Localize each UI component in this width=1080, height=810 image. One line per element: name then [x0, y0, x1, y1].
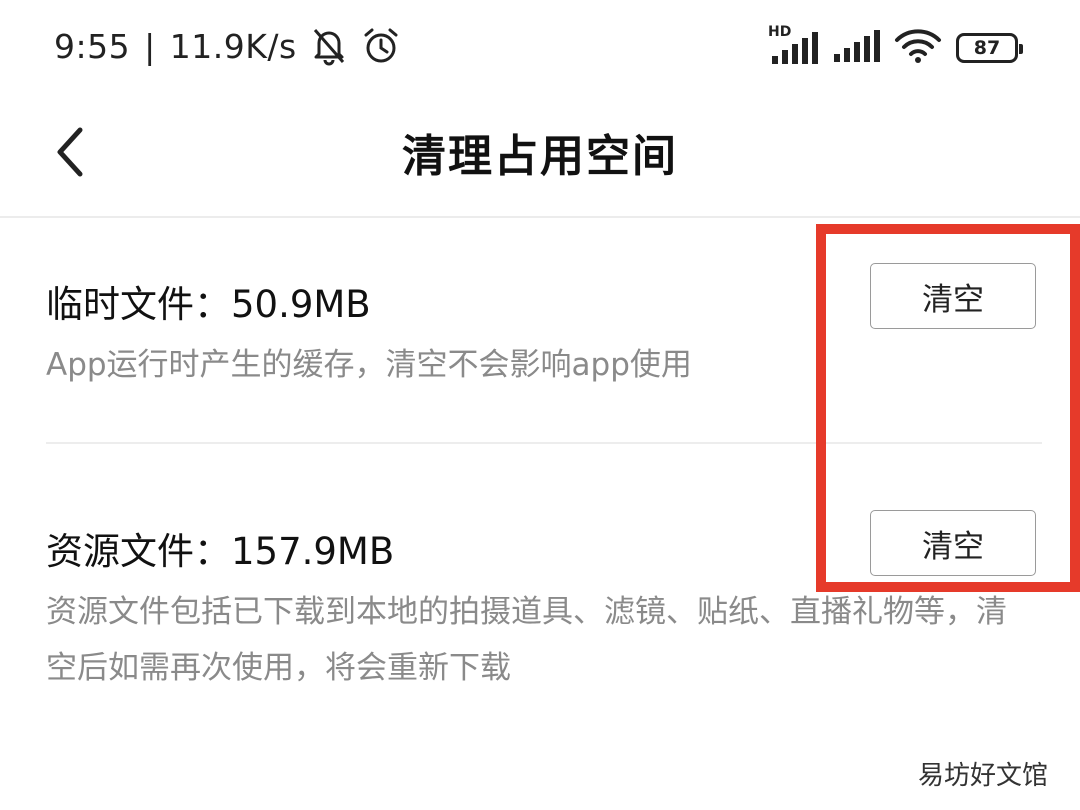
- watermark: 易坊好文馆: [913, 753, 1052, 794]
- battery-level: 87: [973, 37, 1001, 59]
- wifi-icon: [894, 28, 942, 68]
- nav-bar: 清理占用空间: [0, 96, 1080, 214]
- temp-files-description: App运行时产生的缓存，清空不会影响app使用: [46, 347, 692, 383]
- page-title: 清理占用空间: [402, 131, 678, 182]
- network-speed: 11.9K/s: [169, 26, 297, 66]
- battery-icon: 87: [956, 33, 1023, 63]
- status-separator: |: [144, 26, 156, 66]
- bell-off-icon: [311, 26, 347, 66]
- status-time: 9:55: [54, 26, 131, 66]
- status-left: 9:55 | 11.9K/s: [54, 24, 401, 68]
- clear-resource-files-button[interactable]: 清空: [870, 510, 1036, 576]
- status-right: HD 87: [768, 24, 1023, 70]
- resource-files-description: 资源文件包括已下载到本地的拍摄道具、滤镜、贴纸、直播礼物等，清空后如需再次使用，…: [46, 594, 1007, 686]
- resource-files-title: 资源文件：157.9MB: [46, 530, 395, 573]
- nav-divider: [0, 216, 1080, 218]
- signal-icon: [832, 28, 880, 68]
- signal-hd-icon: HD: [768, 24, 818, 66]
- status-bar: 9:55 | 11.9K/s HD 87: [0, 0, 1080, 96]
- section-divider: [46, 442, 1042, 444]
- temp-files-title: 临时文件：50.9MB: [46, 283, 371, 326]
- clear-temp-files-button[interactable]: 清空: [870, 263, 1036, 329]
- alarm-clock-icon: [361, 26, 401, 66]
